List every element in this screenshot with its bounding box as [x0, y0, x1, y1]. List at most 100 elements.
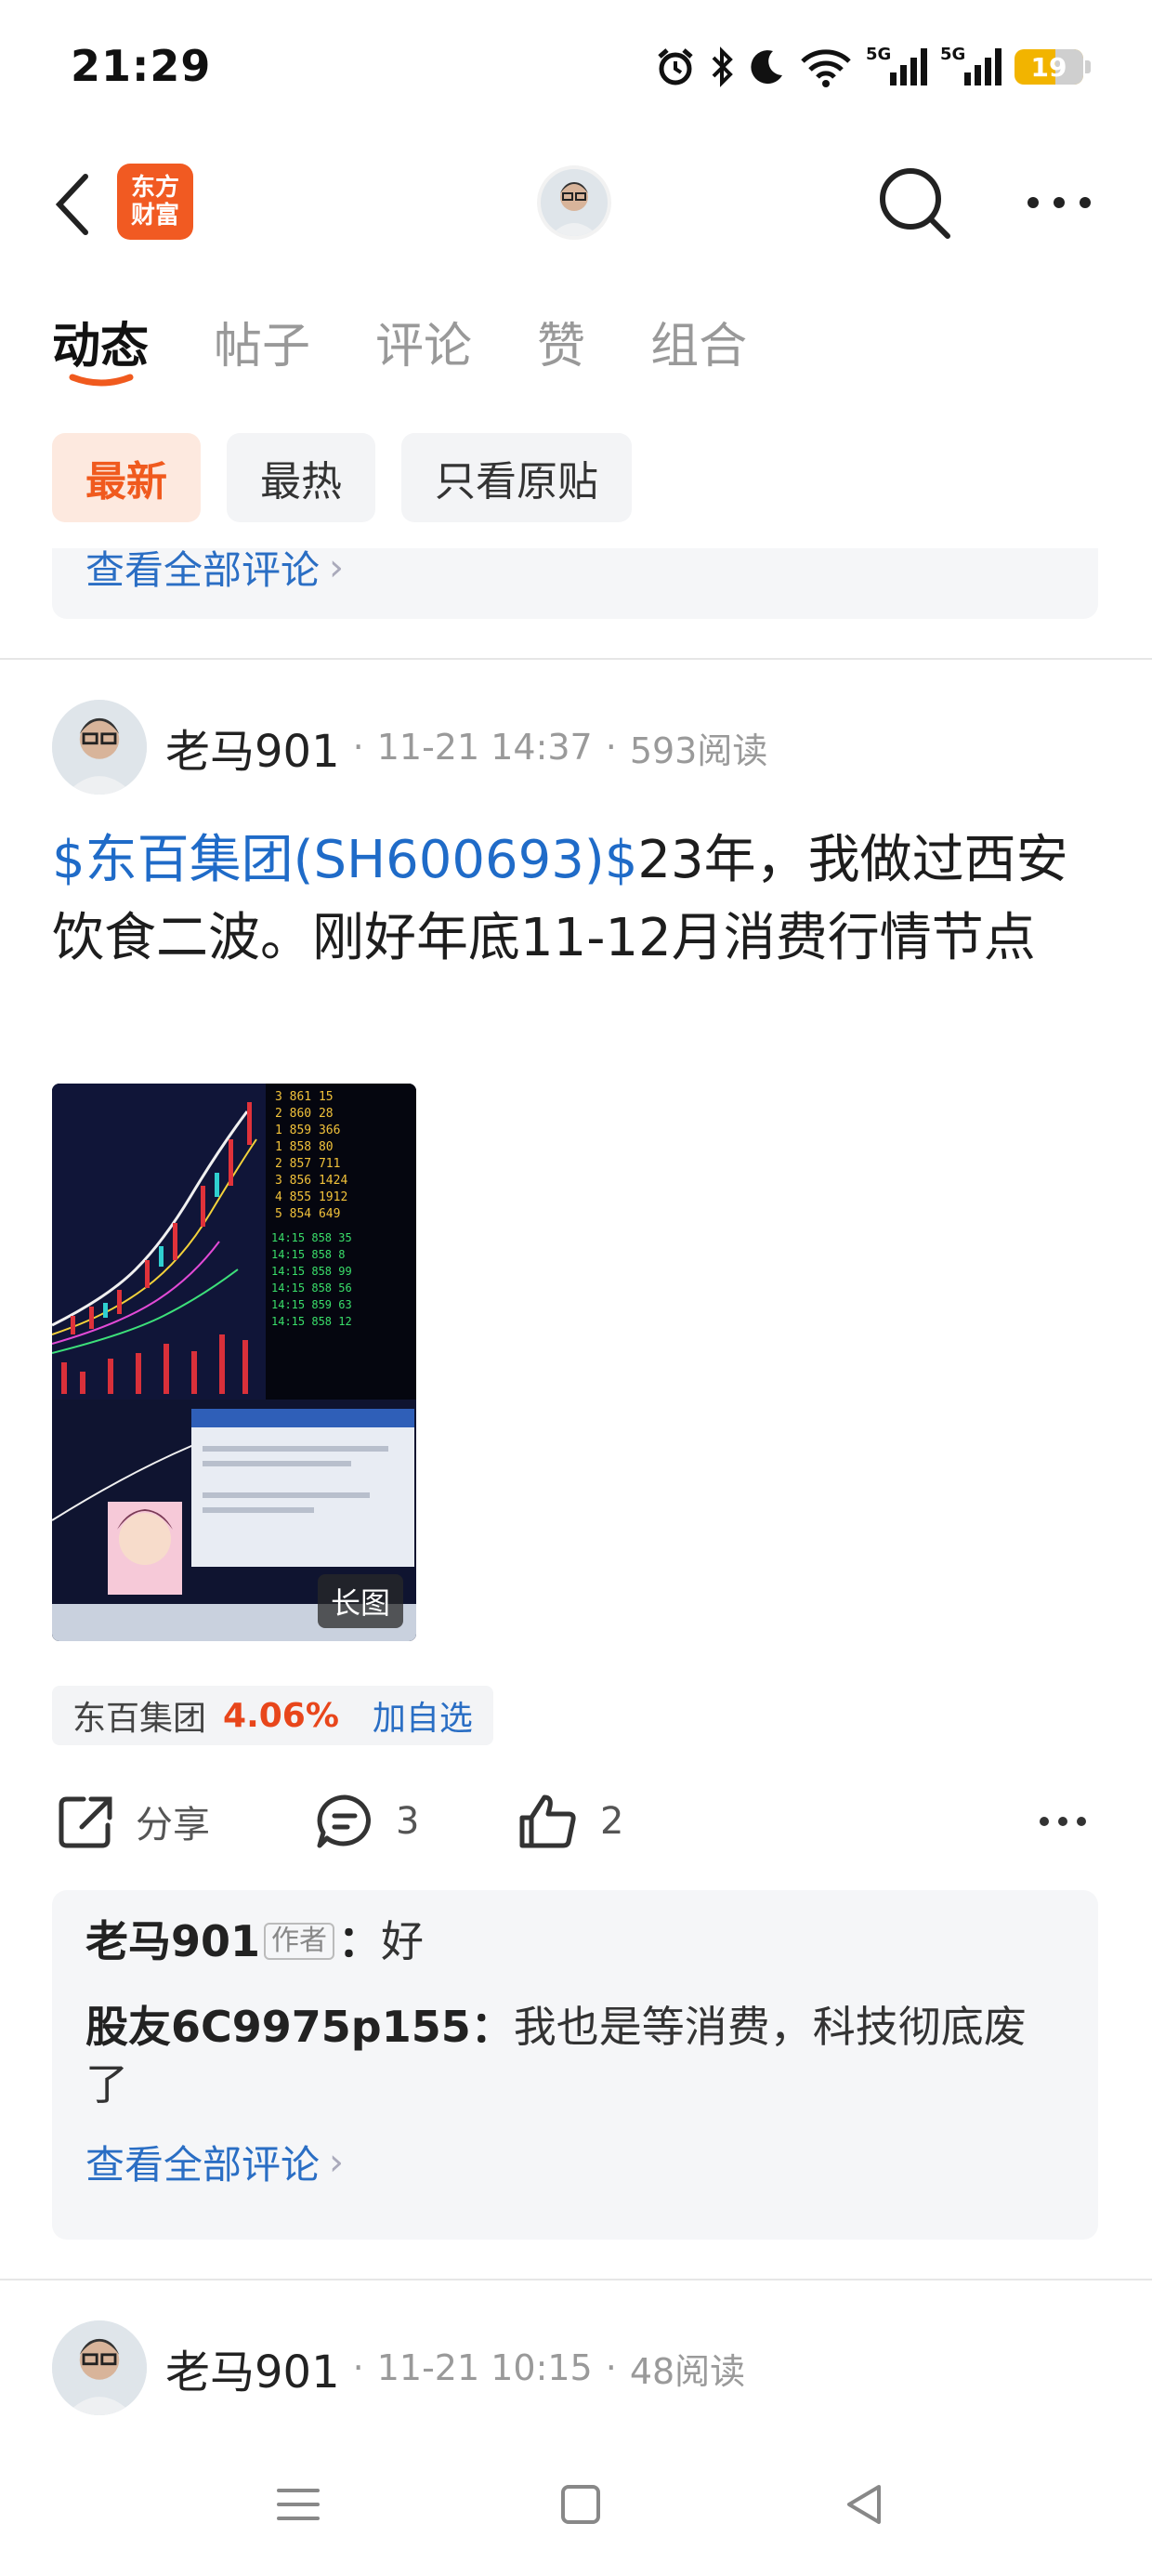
long-image-badge: 长图: [317, 1574, 403, 1628]
comment-button[interactable]: 3: [314, 1784, 419, 1859]
svg-text:1 858 80: 1 858 80: [275, 1140, 334, 1154]
more-button[interactable]: [1022, 182, 1096, 223]
triangle-back-icon: [847, 2485, 881, 2524]
comment-count: 3: [396, 1800, 420, 1843]
share-icon: [59, 1796, 112, 1848]
tab-comments[interactable]: 评论: [375, 307, 472, 400]
comment-user[interactable]: 股友6C9975p155: [85, 2002, 471, 2052]
signal-5g-icon-2: 5G: [940, 45, 1001, 89]
svg-text:14:15 858 99: 14:15 858 99: [271, 1265, 352, 1278]
logo-text-2: 财富: [130, 202, 179, 230]
author-name[interactable]: 老马901: [165, 2335, 340, 2400]
tab-posts[interactable]: 帖子: [214, 307, 310, 400]
post-header: 老马901 · 11-21 14:37 · 593阅读: [52, 699, 767, 795]
tab-portfolio[interactable]: 组合: [650, 307, 747, 400]
status-bar: 21:29 5G 5G 19: [0, 0, 1152, 139]
author-name[interactable]: 老马901: [165, 715, 340, 780]
svg-text:1 859 366: 1 859 366: [275, 1124, 340, 1137]
stock-name: 东百集团: [72, 1700, 207, 1738]
person-icon: [52, 2320, 147, 2415]
chevron-left-icon: [55, 174, 88, 235]
search-button[interactable]: [875, 164, 955, 243]
svg-text:4 855 1912: 4 855 1912: [275, 1190, 347, 1204]
like-button[interactable]: 2: [517, 1784, 623, 1859]
comments-preview: 老马901 作者 ：好 股友6C9975p155：我也是等消费，科技彻底废了 查看全…: [52, 1890, 1098, 2240]
like-count: 2: [600, 1800, 624, 1843]
tab-active-indicator: [69, 374, 134, 387]
back-button[interactable]: [46, 169, 102, 240]
status-icons: 5G 5G 19: [654, 43, 1091, 91]
system-navigation-bar: [0, 2453, 1152, 2556]
svg-text:14:15 858 8: 14:15 858 8: [271, 1248, 345, 1261]
bluetooth-icon: [712, 46, 733, 87]
svg-text:14:15 859 63: 14:15 859 63: [271, 1298, 352, 1311]
previous-comments-box: 查看全部评论 ›: [52, 546, 1098, 619]
meta-dot: ·: [352, 727, 364, 768]
comment-item[interactable]: 老马901 作者 ：好: [85, 1912, 1065, 1970]
svg-text:3 861 15: 3 861 15: [275, 1090, 334, 1104]
meta-dot: ·: [352, 2347, 364, 2388]
read-count: 593阅读: [629, 729, 768, 771]
view-all-comments-link[interactable]: 查看全部评论 ›: [85, 539, 344, 596]
svg-text:14:15 858 56: 14:15 858 56: [271, 1281, 352, 1295]
comment-separator: ：: [338, 1916, 382, 1966]
meta-dot: ·: [605, 2347, 617, 2388]
stock-chip[interactable]: 东百集团 4.06% 加自选: [52, 1686, 493, 1745]
post-date: 11-21 10:15: [376, 2347, 593, 2388]
share-button[interactable]: 分享: [56, 1784, 210, 1859]
status-time: 21:29: [71, 41, 212, 91]
stock-change: 4.06%: [223, 1696, 339, 1735]
more-horizontal-icon: [1040, 1817, 1086, 1826]
person-icon: [541, 169, 608, 236]
more-horizontal-icon: [1028, 197, 1091, 208]
comment-user[interactable]: 老马901: [85, 1916, 260, 1966]
battery-icon: 19: [1015, 49, 1091, 85]
svg-text:14:15 858 12: 14:15 858 12: [271, 1315, 352, 1328]
author-badge: 作者: [264, 1922, 335, 1960]
tab-likes[interactable]: 赞: [537, 307, 585, 400]
view-all-label: 查看全部评论: [85, 2142, 321, 2188]
signal-5g-icon: 5G: [866, 45, 927, 89]
chevron-right-icon: ›: [329, 545, 345, 589]
home-nav-button[interactable]: [548, 2472, 613, 2537]
post-actions: 分享 3 2: [52, 1784, 1100, 1859]
view-all-comments-link[interactable]: 查看全部评论 ›: [85, 2134, 1065, 2190]
stock-chart-photo: 3 861 15 2 860 28 1 859 366 1 858 80 2 8…: [52, 1084, 416, 1641]
alarm-icon: [658, 48, 693, 85]
comment-icon: [317, 1794, 371, 1848]
back-nav-button[interactable]: [832, 2472, 897, 2537]
author-avatar[interactable]: [52, 2320, 147, 2415]
search-icon: [880, 168, 950, 239]
filter-hottest[interactable]: 最热: [227, 433, 375, 522]
tab-dynamics[interactable]: 动态: [52, 307, 149, 400]
svg-text:2 860 28: 2 860 28: [275, 1107, 334, 1121]
filter-original-only[interactable]: 只看原贴: [401, 433, 632, 522]
post-more-button[interactable]: [1037, 1784, 1089, 1859]
comment-text: 好: [381, 1916, 425, 1966]
post-body[interactable]: $东百集团(SH600693)$23年，我做过西安饮食二波。刚好年底11-12月…: [52, 821, 1100, 978]
stock-mention-link[interactable]: $东百集团(SH600693)$: [52, 830, 637, 890]
battery-level: 19: [1030, 51, 1067, 83]
comment-item[interactable]: 股友6C9975p155：我也是等消费，科技彻底废了: [85, 1998, 1065, 2113]
app-logo[interactable]: 东方 财富: [117, 164, 193, 240]
post-image[interactable]: 3 861 15 2 860 28 1 859 366 1 858 80 2 8…: [52, 1084, 416, 1641]
thumbs-up-icon: [519, 1794, 576, 1848]
next-post-header: 老马901 · 11-21 10:15 · 48阅读: [52, 2320, 745, 2416]
view-all-label: 查看全部评论: [85, 547, 321, 593]
person-icon: [52, 700, 147, 795]
menu-nav-button[interactable]: [266, 2472, 331, 2537]
profile-avatar[interactable]: [537, 165, 611, 240]
post-divider: [0, 2279, 1152, 2280]
tab-label: 动态: [52, 319, 150, 375]
comment-separator: ：: [470, 2002, 514, 2052]
post-divider: [0, 658, 1152, 660]
author-avatar[interactable]: [52, 700, 147, 795]
svg-text:3 856 1424: 3 856 1424: [275, 1174, 347, 1188]
chevron-right-icon: ›: [329, 2140, 345, 2184]
add-watchlist-button[interactable]: 加自选: [373, 1691, 473, 1740]
read-count: 48阅读: [629, 2350, 746, 2392]
filter-latest[interactable]: 最新: [52, 433, 201, 522]
svg-text:5 854 649: 5 854 649: [275, 1207, 340, 1221]
profile-tabs: 动态 帖子 评论 赞 组合: [52, 307, 747, 400]
svg-text:2 857 711: 2 857 711: [275, 1157, 340, 1171]
